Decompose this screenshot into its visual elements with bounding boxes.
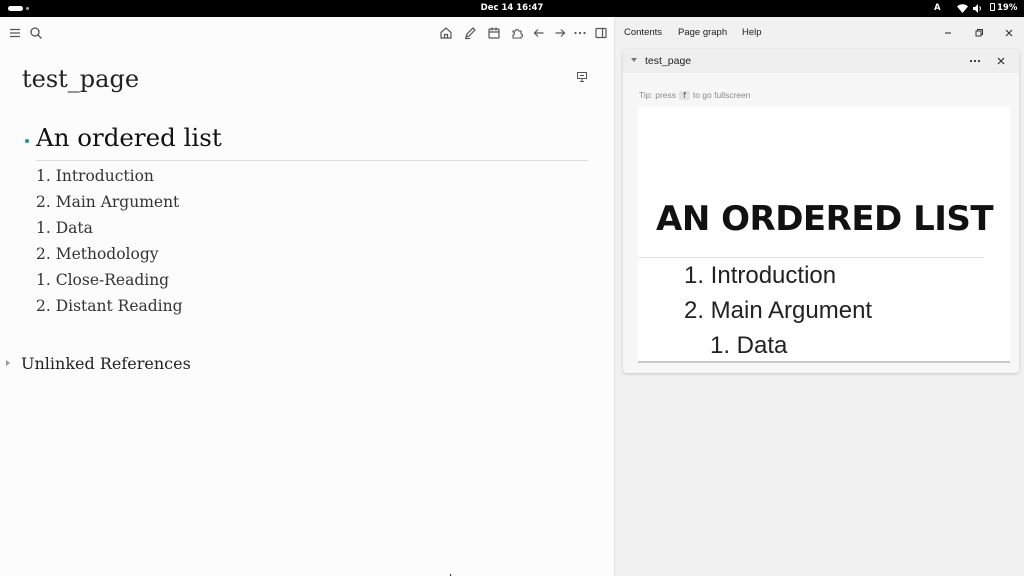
forward-icon[interactable]: [552, 25, 568, 41]
presentation-icon[interactable]: [576, 70, 588, 82]
card-more-icon[interactable]: [967, 53, 983, 69]
block-bullet[interactable]: [25, 139, 29, 143]
list-item[interactable]: 2. Main Argument: [36, 193, 179, 211]
fullscreen-tip: Tip: press f to go fullscreen: [639, 90, 751, 100]
collapse-caret-icon[interactable]: [631, 58, 637, 62]
list-item[interactable]: 2. Distant Reading: [36, 297, 183, 315]
editor-pane: test_page An ordered list 1. Introductio…: [0, 17, 614, 576]
list-item[interactable]: 1. Data: [36, 219, 93, 237]
back-icon[interactable]: [531, 25, 547, 41]
minimize-icon[interactable]: [940, 25, 956, 41]
slide-list-item: 2. Main Argument: [684, 297, 873, 324]
right-sidebar: Contents Page graph Help test_page Tip: …: [614, 17, 1024, 576]
tip-prefix: Tip: press: [639, 90, 677, 100]
heading-divider: [36, 160, 588, 161]
card-close-icon[interactable]: [993, 53, 1009, 69]
slide-heading: AN ORDERED LIST: [656, 199, 994, 239]
tip-suffix: to go fullscreen: [692, 90, 751, 100]
list-item[interactable]: 1. Introduction: [36, 167, 154, 185]
tab-help[interactable]: Help: [742, 27, 762, 38]
volume-icon[interactable]: [973, 4, 983, 16]
unlinked-references-toggle-icon[interactable]: [6, 360, 10, 366]
plugin-icon[interactable]: [509, 25, 525, 41]
list-item[interactable]: 1. Close-Reading: [36, 271, 169, 289]
system-top-bar: Dec 14 16:47 A 19%: [0, 0, 1024, 17]
heading-block[interactable]: An ordered list: [36, 123, 222, 152]
battery-indicator[interactable]: 19%: [990, 3, 1017, 13]
page-title[interactable]: test_page: [22, 65, 139, 93]
search-icon[interactable]: [28, 25, 44, 41]
text-cursor-icon: I: [449, 572, 452, 576]
presentation-slide-preview[interactable]: AN ORDERED LIST 1. Introduction 2. Main …: [638, 107, 1010, 363]
more-icon[interactable]: [572, 25, 588, 41]
maximize-icon[interactable]: [971, 25, 987, 41]
list-item[interactable]: 2. Methodology: [36, 245, 159, 263]
sidebar-card-header: test_page: [623, 49, 1019, 73]
slide-list-item: 1. Data: [710, 332, 788, 359]
menu-icon[interactable]: [7, 25, 23, 41]
close-icon[interactable]: [1001, 25, 1017, 41]
wifi-icon[interactable]: [957, 4, 968, 16]
unlinked-references-header[interactable]: Unlinked References: [21, 354, 191, 373]
journal-edit-icon[interactable]: [462, 25, 478, 41]
calendar-icon[interactable]: [486, 25, 502, 41]
tab-page-graph[interactable]: Page graph: [678, 27, 727, 38]
battery-percent: 19%: [997, 3, 1018, 13]
battery-icon: [990, 3, 995, 11]
keyboard-layout-indicator[interactable]: A: [934, 3, 941, 13]
clock[interactable]: Dec 14 16:47: [0, 3, 1024, 13]
sidebar-card-title[interactable]: test_page: [645, 55, 691, 67]
sidebar-card: test_page Tip: press f to go fullscreen AN…: [623, 49, 1019, 373]
sidebar-toggle-icon[interactable]: [593, 25, 609, 41]
slide-list-item: 1. Introduction: [684, 262, 837, 289]
tab-contents[interactable]: Contents: [624, 27, 662, 38]
home-icon[interactable]: [438, 25, 454, 41]
slide-divider: [638, 257, 984, 258]
tip-key: f: [679, 91, 690, 100]
